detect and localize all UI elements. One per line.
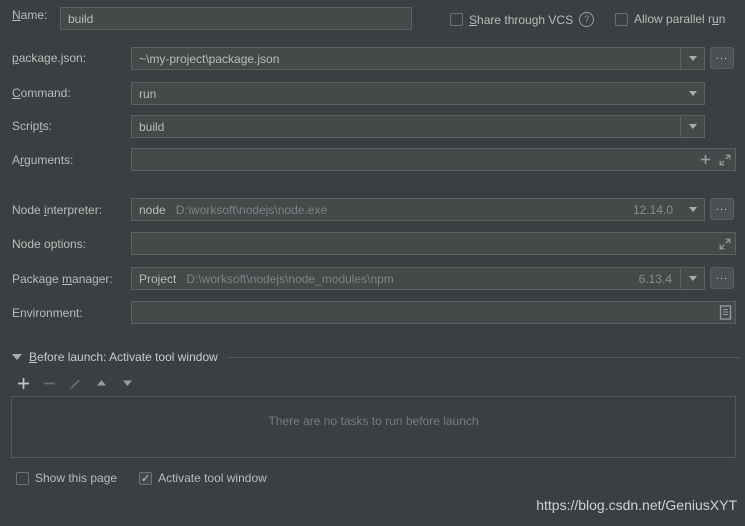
share-through-vcs-checkbox[interactable] <box>450 13 463 26</box>
package-json-label: package.json: <box>12 51 87 65</box>
package-json-browse-label: ... <box>715 49 729 62</box>
chevron-down-icon <box>688 56 697 61</box>
before-launch-header[interactable]: Before launch: Activate tool window <box>12 350 740 364</box>
show-this-page-option[interactable]: Show this page <box>16 471 117 485</box>
show-this-page-checkbox[interactable] <box>16 471 29 485</box>
empty-tasks-message: There are no tasks to run before launch <box>268 414 479 428</box>
command-row: Command: <box>12 86 71 100</box>
before-launch-toolbar <box>14 374 136 392</box>
package-json-combobox[interactable]: ~\my-project\package.json <box>131 47 705 70</box>
add-task-button[interactable] <box>14 374 32 392</box>
activate-tool-window-label: Activate tool window <box>158 471 267 485</box>
share-through-vcs-label: Share through VCS <box>469 12 574 27</box>
command-combobox[interactable]: run <box>131 82 705 105</box>
node-options-row: Node options: <box>12 237 86 251</box>
activate-tool-window-option[interactable]: ✓ Activate tool window <box>139 471 267 485</box>
environment-variables-icon[interactable] <box>715 302 735 323</box>
bottom-options-row: Show this page ✓ Activate tool window <box>16 471 267 485</box>
package-manager-version: 6.13.4 <box>638 271 672 286</box>
edit-task-button[interactable] <box>66 374 84 392</box>
scripts-row: Scripts: <box>12 119 52 133</box>
package-json-row: package.json: <box>12 51 86 65</box>
move-task-down-button[interactable] <box>118 374 136 392</box>
checkmark-icon: ✓ <box>140 471 151 485</box>
environment-input[interactable] <box>131 301 736 324</box>
node-options-label: Node options: <box>12 237 87 251</box>
expand-arguments-icon[interactable] <box>715 149 735 170</box>
node-options-input[interactable] <box>131 232 736 255</box>
package-manager-value: Project <box>139 271 177 286</box>
scripts-value: build <box>139 119 165 134</box>
arguments-label: Arguments: <box>12 153 74 167</box>
node-interpreter-label: Node interpreter: <box>12 203 103 217</box>
chevron-down-icon <box>688 91 697 96</box>
node-interpreter-dropdown-arrow[interactable] <box>681 199 704 220</box>
scripts-dropdown-arrow[interactable] <box>680 116 704 137</box>
help-icon[interactable]: ? <box>579 12 595 27</box>
command-value: run <box>139 86 157 101</box>
node-interpreter-version: 12.14.0 <box>632 202 673 217</box>
scripts-label: Scripts: <box>12 119 53 133</box>
environment-row: Environment: <box>12 306 83 320</box>
name-label: Name: <box>12 8 48 22</box>
node-interpreter-path: D:\worksoft\nodejs\node.exe <box>175 202 328 217</box>
command-dropdown-arrow[interactable] <box>681 83 704 104</box>
node-interpreter-browse-button[interactable]: ... <box>710 198 734 220</box>
package-manager-combobox[interactable]: Project D:\worksoft\nodejs\node_modules\… <box>131 267 705 290</box>
chevron-down-icon <box>688 124 697 129</box>
section-divider <box>225 356 740 358</box>
allow-parallel-run-label: Allow parallel run <box>634 12 726 26</box>
show-this-page-label: Show this page <box>35 471 118 485</box>
move-task-up-button[interactable] <box>92 374 110 392</box>
run-configuration-panel: Name: build Share through VCS ? Allow pa… <box>0 0 745 526</box>
package-manager-row: Package manager: <box>12 272 113 286</box>
arguments-input[interactable] <box>131 148 736 171</box>
before-launch-title: Before launch: Activate tool window <box>29 350 218 364</box>
add-argument-icon[interactable] <box>695 149 715 170</box>
package-json-browse-button[interactable]: ... <box>710 47 734 69</box>
package-json-dropdown-arrow[interactable] <box>680 48 704 69</box>
share-through-vcs-row: Share through VCS ? <box>450 12 595 27</box>
package-manager-browse-button[interactable]: ... <box>710 267 734 289</box>
expand-node-options-icon[interactable] <box>715 233 735 254</box>
allow-parallel-run-checkbox[interactable] <box>615 12 628 26</box>
command-label: Command: <box>12 86 71 100</box>
collapse-triangle-icon[interactable] <box>12 354 22 360</box>
chevron-down-icon <box>688 207 697 212</box>
activate-tool-window-checkbox[interactable]: ✓ <box>139 471 153 485</box>
chevron-down-icon <box>688 276 697 281</box>
remove-task-button[interactable] <box>40 374 58 392</box>
scripts-combobox[interactable]: build <box>131 115 705 138</box>
package-manager-label: Package manager: <box>12 272 113 286</box>
watermark-text: https://blog.csdn.net/GeniusXYT <box>536 497 737 513</box>
node-interpreter-row: Node interpreter: <box>12 203 102 217</box>
node-interpreter-combobox[interactable]: node D:\worksoft\nodejs\node.exe 12.14.0 <box>131 198 705 221</box>
node-interpreter-value: node <box>139 202 166 217</box>
before-launch-tasks-list[interactable]: There are no tasks to run before launch <box>11 396 736 458</box>
package-manager-path: D:\worksoft\nodejs\node_modules\npm <box>186 271 394 286</box>
node-interpreter-browse-label: ... <box>715 200 729 213</box>
name-input[interactable]: build <box>60 7 412 30</box>
allow-parallel-run-row: Allow parallel run <box>615 12 725 26</box>
arguments-row: Arguments: <box>12 153 73 167</box>
environment-label: Environment: <box>12 306 83 320</box>
package-json-value: ~\my-project\package.json <box>139 51 280 66</box>
name-input-value: build <box>68 11 94 26</box>
package-manager-browse-label: ... <box>715 269 729 282</box>
package-manager-dropdown-arrow[interactable] <box>680 268 704 289</box>
name-row: Name: <box>12 8 47 22</box>
